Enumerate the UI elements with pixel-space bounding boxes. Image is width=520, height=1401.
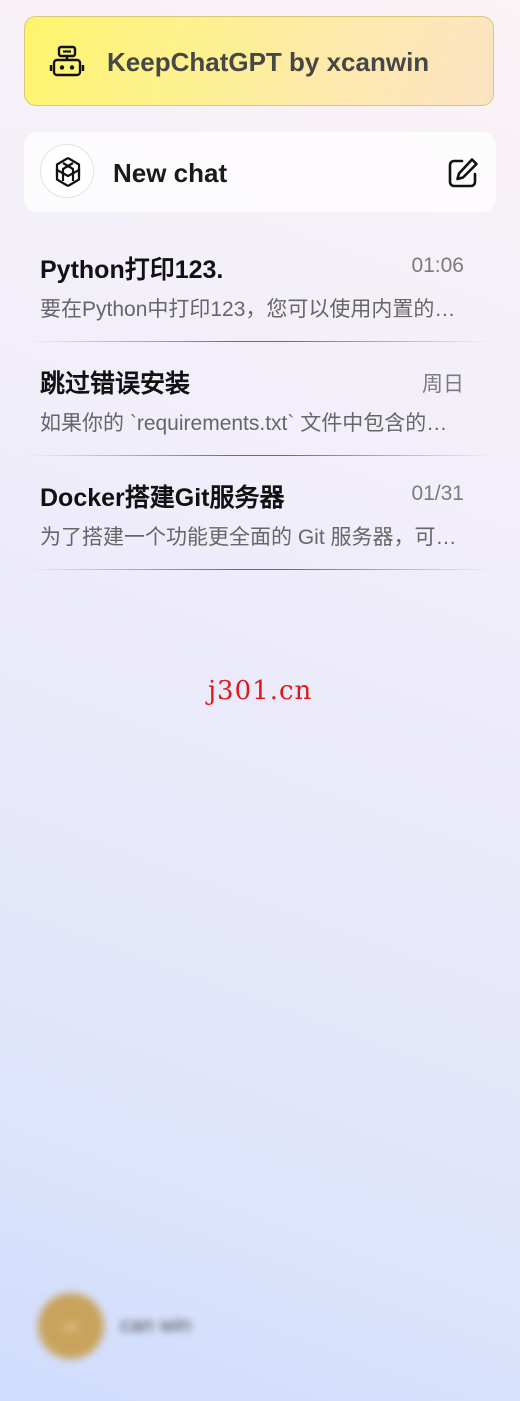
chat-time: 周日 xyxy=(422,373,464,396)
chat-preview: 如果你的 `requirements.txt` 文件中包含的某些包安装失败 xyxy=(40,412,460,435)
keepchatgpt-banner[interactable]: KeepChatGPT by xcanwin xyxy=(24,16,494,106)
chat-time: 01:06 xyxy=(411,254,464,277)
chat-history-list: Python打印123. 01:06 要在Python中打印123，您可以使用内… xyxy=(24,228,496,570)
chat-title: Docker搭建Git服务器 xyxy=(40,484,285,512)
chat-item[interactable]: Python打印123. 01:06 要在Python中打印123，您可以使用内… xyxy=(24,228,496,342)
edit-icon[interactable] xyxy=(446,156,480,190)
new-chat-label: New chat xyxy=(113,158,228,188)
chat-item[interactable]: Docker搭建Git服务器 01/31 为了搭建一个功能更全面的 Git 服务… xyxy=(24,456,496,570)
openai-logo-icon xyxy=(55,157,81,187)
chat-title: 跳过错误安装 xyxy=(40,370,191,398)
divider xyxy=(28,568,492,570)
chat-time: 01/31 xyxy=(411,482,464,505)
chat-preview: 为了搭建一个功能更全面的 Git 服务器，可以使用 Gitea xyxy=(40,526,460,549)
robot-icon xyxy=(49,45,85,77)
user-profile-button[interactable]: xc can win xyxy=(38,1293,258,1361)
avatar: xc xyxy=(38,1293,104,1359)
chat-title: Python打印123. xyxy=(40,256,224,284)
new-chat-button[interactable]: New chat xyxy=(24,132,496,212)
watermark-text: j301.cn xyxy=(208,676,313,706)
banner-title: KeepChatGPT by xcanwin xyxy=(107,47,430,77)
openai-logo xyxy=(40,144,94,198)
sidebar: KeepChatGPT by xcanwin New chat Python打印… xyxy=(0,0,520,1401)
chat-preview: 要在Python中打印123，您可以使用内置的print()函数 xyxy=(40,298,460,321)
chat-item[interactable]: 跳过错误安装 周日 如果你的 `requirements.txt` 文件中包含的… xyxy=(24,342,496,456)
username: can win xyxy=(120,1314,192,1337)
